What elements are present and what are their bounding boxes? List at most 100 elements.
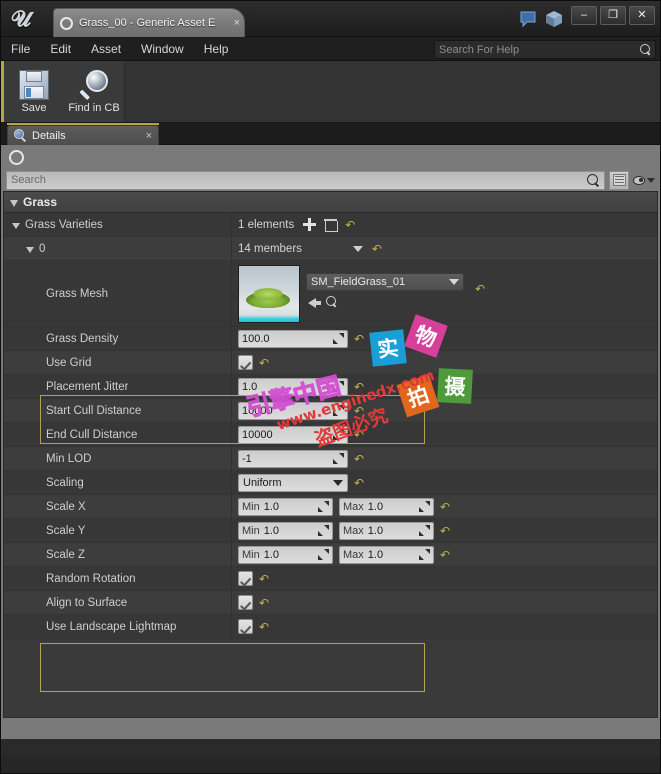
scale-y-max-input[interactable]: Max 1.0 (339, 521, 434, 540)
revert-icon[interactable]: ↶ (259, 621, 271, 633)
asset-document-tab[interactable]: Grass_00 - Generic Asset E × (53, 8, 245, 37)
tab-details[interactable]: Details × (7, 125, 159, 145)
revert-icon[interactable]: ↶ (440, 501, 452, 513)
property-row-start-cull-distance[interactable]: Start Cull Distance 10000 ↶ (4, 399, 657, 423)
random-rotation-checkbox[interactable] (238, 571, 253, 586)
revert-icon[interactable]: ↶ (440, 549, 452, 561)
revert-icon[interactable]: ↶ (259, 357, 271, 369)
property-row-end-cull-distance[interactable]: End Cull Distance 10000 ↶ (4, 423, 657, 447)
view-options-button[interactable] (633, 171, 655, 190)
chevron-down-icon[interactable] (352, 245, 363, 252)
property-row-scale-x[interactable]: Scale X Min 1.0 Max 1.0 ↶ (4, 495, 657, 519)
revert-icon[interactable]: ↶ (354, 333, 366, 345)
minimize-button[interactable]: – (571, 6, 597, 25)
chevron-down-icon[interactable] (449, 279, 459, 285)
scale-x-min-input[interactable]: Min 1.0 (238, 497, 333, 516)
category-row-grass[interactable]: Grass (4, 192, 657, 213)
spinner-icon[interactable] (419, 501, 430, 512)
scale-y-max-prefix: Max (343, 524, 364, 537)
details-search-input[interactable]: Search (6, 170, 605, 190)
revert-icon[interactable]: ↶ (345, 219, 357, 231)
property-row-random-rotation[interactable]: Random Rotation ↶ (4, 567, 657, 591)
spinner-icon[interactable] (333, 429, 344, 440)
menu-item-help[interactable]: Help (194, 37, 239, 61)
use-selected-asset-icon[interactable] (308, 297, 321, 308)
grass-density-input[interactable]: 100.0 (238, 329, 348, 348)
placement-jitter-input[interactable]: 1.0 (238, 377, 348, 396)
asset-tab-close-icon[interactable]: × (232, 17, 240, 29)
property-row-scale-z[interactable]: Scale Z Min 1.0 Max 1.0 ↶ (4, 543, 657, 567)
help-search-box[interactable]: Search For Help (434, 40, 656, 59)
revert-icon[interactable]: ↶ (475, 283, 487, 295)
min-lod-input[interactable]: -1 (238, 449, 348, 468)
menu-item-window[interactable]: Window (131, 37, 194, 61)
property-row-use-landscape-lightmap[interactable]: Use Landscape Lightmap ↶ (4, 615, 657, 639)
grass-mesh-label: Grass Mesh (4, 261, 232, 326)
browse-to-asset-icon[interactable] (326, 296, 339, 309)
save-button[interactable]: Save (4, 61, 64, 122)
revert-icon[interactable]: ↶ (354, 405, 366, 417)
scale-x-max-input[interactable]: Max 1.0 (339, 497, 434, 516)
scale-z-max-input[interactable]: Max 1.0 (339, 545, 434, 564)
maximize-button[interactable]: ❐ (600, 6, 626, 25)
end-cull-distance-input[interactable]: 10000 (238, 425, 348, 444)
expander-triangle-icon[interactable] (12, 222, 20, 229)
add-element-icon[interactable] (303, 218, 317, 231)
find-in-content-browser-button[interactable]: Find in CB (64, 61, 124, 122)
start-cull-distance-input[interactable]: 10000 (238, 401, 348, 420)
expander-triangle-icon[interactable] (10, 199, 18, 207)
array-element-row-0[interactable]: 0 14 members ↶ (4, 237, 657, 261)
expander-triangle-icon[interactable] (26, 246, 34, 253)
grass-mesh-asset-picker[interactable]: SM_FieldGrass_01 (306, 273, 464, 291)
property-value-cell: 10000 ↶ (232, 399, 657, 422)
revert-icon[interactable]: ↶ (354, 381, 366, 393)
menu-item-edit[interactable]: Edit (40, 37, 81, 61)
close-button[interactable]: ✕ (629, 6, 655, 25)
spinner-icon[interactable] (318, 525, 329, 536)
grass-mesh-thumbnail[interactable] (238, 265, 300, 323)
column-layout-button[interactable] (609, 170, 629, 190)
lock-details-circle-icon[interactable] (9, 150, 24, 165)
tab-details-close-icon[interactable]: × (146, 130, 152, 142)
property-row-scaling[interactable]: Scaling Uniform ↶ (4, 471, 657, 495)
property-row-scale-y[interactable]: Scale Y Min 1.0 Max 1.0 ↶ (4, 519, 657, 543)
spinner-icon[interactable] (419, 549, 430, 560)
spinner-icon[interactable] (333, 333, 344, 344)
property-row-grass-density[interactable]: Grass Density 100.0 ↶ (4, 327, 657, 351)
spinner-icon[interactable] (419, 525, 430, 536)
property-row-placement-jitter[interactable]: Placement Jitter 1.0 ↶ (4, 375, 657, 399)
spinner-icon[interactable] (333, 381, 344, 392)
revert-icon[interactable]: ↶ (354, 453, 366, 465)
property-name-cell: Scale Z (4, 543, 232, 566)
spinner-icon[interactable] (318, 549, 329, 560)
menu-item-asset[interactable]: Asset (81, 37, 131, 61)
revert-icon[interactable]: ↶ (354, 429, 366, 441)
spinner-icon[interactable] (318, 501, 329, 512)
property-row-align-to-surface[interactable]: Align to Surface ↶ (4, 591, 657, 615)
chevron-down-icon[interactable] (333, 479, 343, 486)
scale-y-min-input[interactable]: Min 1.0 (238, 521, 333, 540)
revert-icon[interactable]: ↶ (440, 525, 452, 537)
revert-icon[interactable]: ↶ (372, 243, 384, 255)
use-landscape-lightmap-checkbox[interactable] (238, 619, 253, 634)
use-grid-checkbox[interactable] (238, 355, 253, 370)
property-row-use-grid[interactable]: Use Grid ↶ (4, 351, 657, 375)
delete-all-elements-icon[interactable] (324, 218, 339, 232)
scale-y-max-value: 1.0 (367, 524, 384, 537)
align-to-surface-checkbox[interactable] (238, 595, 253, 610)
revert-icon[interactable]: ↶ (354, 477, 366, 489)
details-search-placeholder: Search (11, 174, 46, 186)
revert-icon[interactable]: ↶ (259, 597, 271, 609)
unreal-asset-editor-window: 𝓤 Grass_00 - Generic Asset E × – ❐ ✕ Fil… (0, 0, 661, 774)
property-name-cell: Min LOD (4, 447, 232, 470)
revert-icon[interactable]: ↶ (259, 573, 271, 585)
property-row-min-lod[interactable]: Min LOD -1 ↶ (4, 447, 657, 471)
scale-z-min-input[interactable]: Min 1.0 (238, 545, 333, 564)
spinner-icon[interactable] (333, 405, 344, 416)
array-row-grass-varieties[interactable]: Grass Varieties 1 elements ↶ (4, 213, 657, 237)
scaling-select[interactable]: Uniform (238, 473, 348, 492)
cube-marketplace-icon[interactable] (544, 9, 564, 29)
spinner-icon[interactable] (333, 453, 344, 464)
feedback-bubble-icon[interactable] (518, 9, 538, 29)
menu-item-file[interactable]: File (1, 37, 40, 61)
